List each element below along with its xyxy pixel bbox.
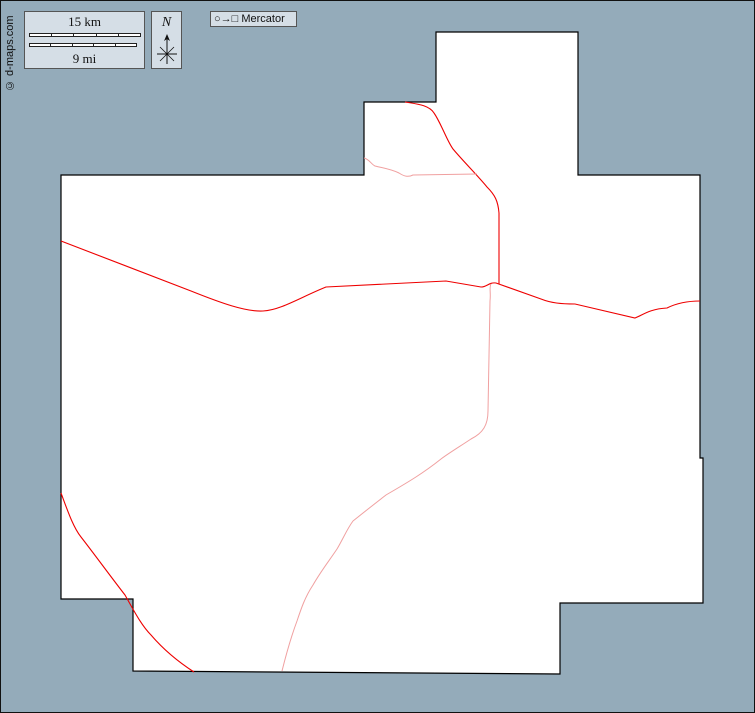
map-view: © d-maps.com 15 km 9 mi N ○→□ Mercator	[0, 0, 755, 713]
compass-north-arrow-icon	[157, 34, 177, 64]
scale-mi-label: 9 mi	[72, 51, 97, 66]
copyright-credit: © d-maps.com	[4, 15, 16, 91]
north-arrow-box: N	[151, 11, 182, 69]
scale-bar-mi	[29, 43, 137, 47]
scale-bar-km	[29, 33, 141, 37]
map-canvas	[1, 1, 754, 712]
circle-to-square-icon: ○→□	[214, 13, 239, 25]
projection-label-box: ○→□ Mercator	[210, 11, 297, 27]
projection-name: Mercator	[241, 13, 285, 25]
scale-bar-box: 15 km 9 mi	[24, 11, 145, 69]
north-label: N	[161, 15, 172, 30]
scale-km-label: 15 km	[68, 14, 101, 29]
